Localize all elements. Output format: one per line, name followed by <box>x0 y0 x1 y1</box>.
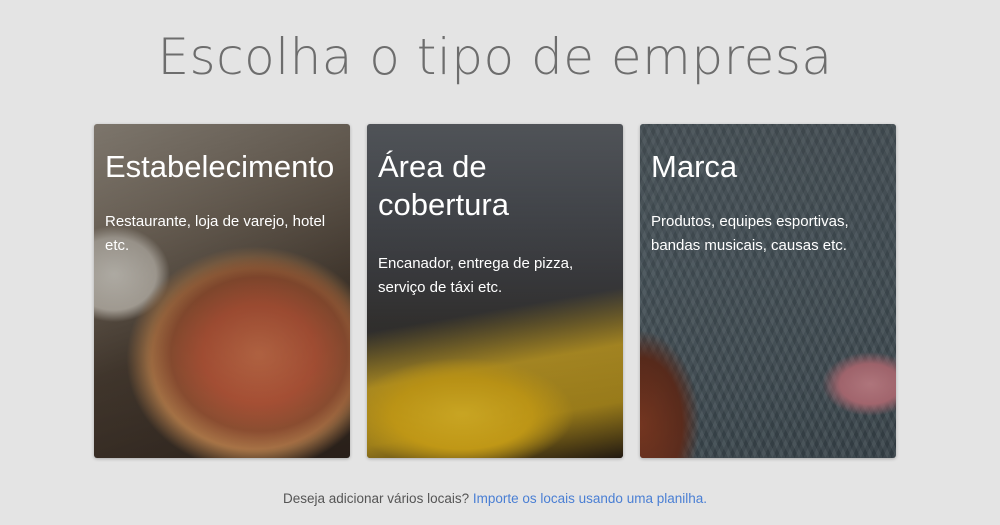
card-title: Área de cobertura <box>378 149 509 222</box>
card-title: Marca <box>651 149 738 184</box>
page-title: Escolha o tipo de empresa <box>157 28 833 86</box>
card-establishment[interactable]: Estabelecimento Restaurante, loja de var… <box>94 124 350 458</box>
card-description: Produtos, equipes esportivas, bandas mus… <box>651 213 849 254</box>
import-spreadsheet-link[interactable]: Importe os locais usando uma planilha. <box>473 491 707 506</box>
card-description: Restaurante, loja de varejo, hotel etc. <box>105 213 326 254</box>
card-brand[interactable]: Marca Produtos, equipes esportivas, band… <box>640 124 896 458</box>
bulk-import-question: Deseja adicionar vários locais? <box>283 491 470 506</box>
business-type-cards: Estabelecimento Restaurante, loja de var… <box>94 124 896 458</box>
card-description: Encanador, entrega de pizza, serviço de … <box>378 255 574 296</box>
card-title: Estabelecimento <box>105 149 335 184</box>
bulk-import-prompt: Deseja adicionar vários locais? Importe … <box>0 491 990 506</box>
card-service-area[interactable]: Área de cobertura Encanador, entrega de … <box>367 124 623 458</box>
